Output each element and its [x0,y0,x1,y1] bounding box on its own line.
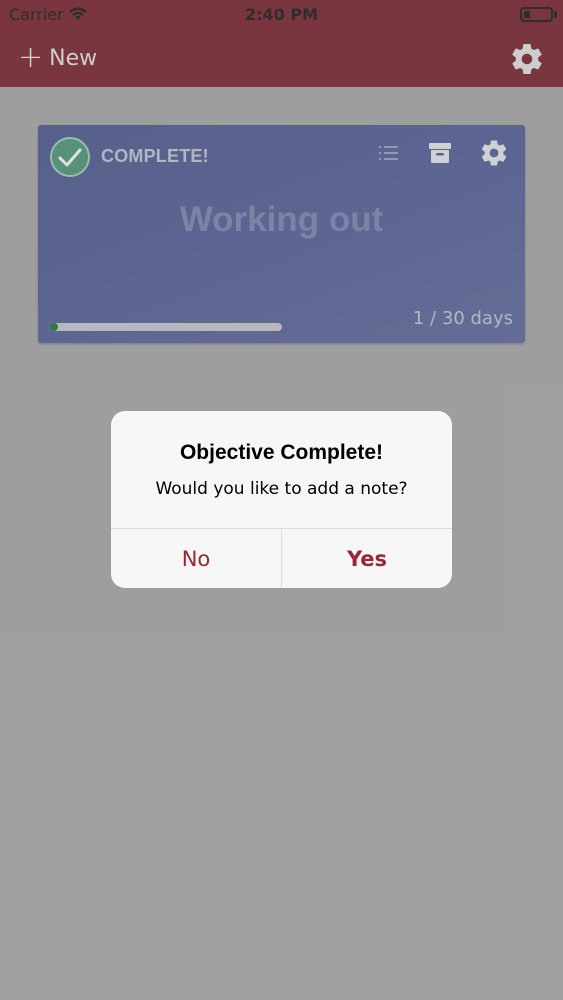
alert-dialog: Objective Complete! Would you like to ad… [111,411,452,588]
yes-button[interactable]: Yes [282,529,452,588]
dialog-title: Objective Complete! [179,441,384,464]
dialog-message: Would you like to add a note? [155,479,408,499]
no-button[interactable]: No [111,529,281,588]
